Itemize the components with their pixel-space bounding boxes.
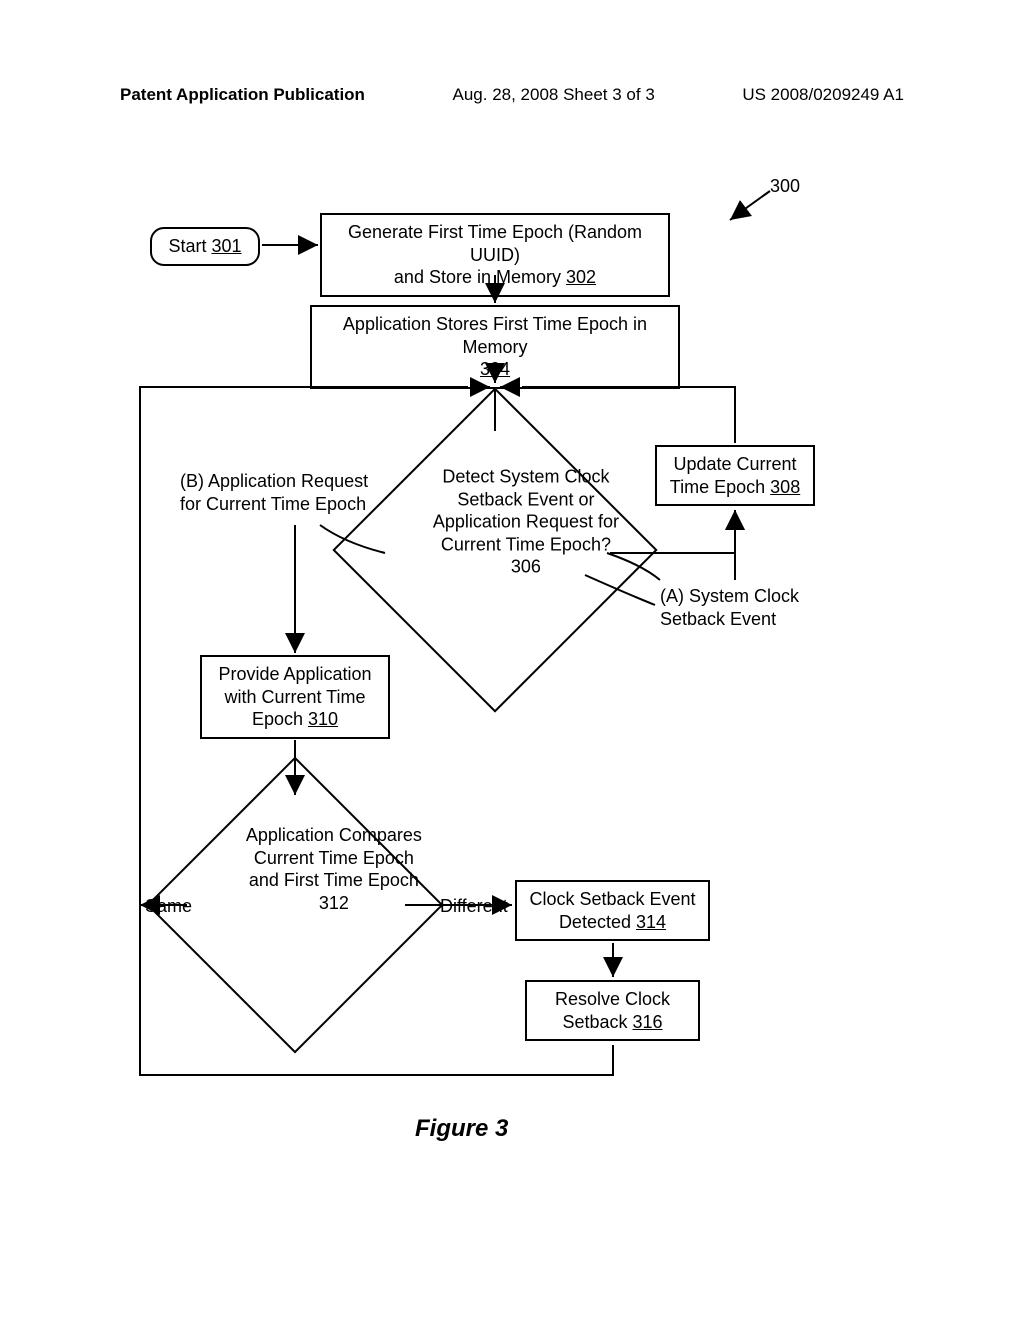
label-b-l2: for Current Time Epoch <box>180 493 368 516</box>
dec-306-l3: Application Request for <box>426 511 626 534</box>
ref-302: 302 <box>566 267 596 287</box>
dec-306-l1: Detect System Clock <box>426 466 626 489</box>
box-308: Update Current Time Epoch 308 <box>655 445 815 506</box>
box-310: Provide Application with Current Time Ep… <box>200 655 390 739</box>
ref-310: 310 <box>308 709 338 729</box>
ref-304: 304 <box>480 359 510 379</box>
ref-306: 306 <box>511 557 541 577</box>
box-308-l1: Update Current <box>665 453 805 476</box>
box-308-l2: Time Epoch <box>670 477 765 497</box>
box-314: Clock Setback Event Detected 314 <box>515 880 710 941</box>
header-left: Patent Application Publication <box>120 85 365 105</box>
ref-316: 316 <box>633 1012 663 1032</box>
label-different: Different <box>440 895 508 918</box>
start-label: Start <box>168 236 206 256</box>
box-316: Resolve Clock Setback 316 <box>525 980 700 1041</box>
ref-314: 314 <box>636 912 666 932</box>
figure-caption: Figure 3 <box>415 1115 508 1143</box>
box-302: Generate First Time Epoch (Random UUID) … <box>320 213 670 297</box>
box-302-line1: Generate First Time Epoch (Random UUID) <box>330 221 660 266</box>
label-b-l1: (B) Application Request <box>180 470 368 493</box>
box-304: Application Stores First Time Epoch in M… <box>310 305 680 389</box>
box-310-l1: Provide Application <box>210 663 380 686</box>
label-a-l2: Setback Event <box>660 608 799 631</box>
ref-308: 308 <box>770 477 800 497</box>
header-mid: Aug. 28, 2008 Sheet 3 of 3 <box>453 85 655 105</box>
start-terminal: Start 301 <box>150 227 260 266</box>
label-b: (B) Application Request for Current Time… <box>180 470 368 515</box>
dec-306-l4: Current Time Epoch? <box>426 533 626 556</box>
header-right: US 2008/0209249 A1 <box>742 85 904 105</box>
label-same: Same <box>145 895 192 918</box>
box-310-l2: with Current Time <box>210 686 380 709</box>
dec-312-l3: and First Time Epoch <box>234 869 434 892</box>
dec-306-l2: Setback Event or <box>426 488 626 511</box>
page-header: Patent Application Publication Aug. 28, … <box>0 85 1024 105</box>
dec-312-l2: Current Time Epoch <box>234 846 434 869</box>
label-a: (A) System Clock Setback Event <box>660 585 799 630</box>
ref-301: 301 <box>211 236 241 256</box>
box-316-l1: Resolve Clock <box>535 988 690 1011</box>
box-310-l3: Epoch <box>252 709 303 729</box>
ref-300: 300 <box>770 175 800 198</box>
box-314-l1: Clock Setback Event <box>525 888 700 911</box>
box-302-line2: and Store in Memory <box>394 267 561 287</box>
dec-312-l1: Application Compares <box>234 824 434 847</box>
box-316-l2: Setback <box>562 1012 627 1032</box>
box-314-l2: Detected <box>559 912 631 932</box>
box-304-line1: Application Stores First Time Epoch in M… <box>320 313 670 358</box>
label-a-l1: (A) System Clock <box>660 585 799 608</box>
ref-312: 312 <box>319 892 349 912</box>
